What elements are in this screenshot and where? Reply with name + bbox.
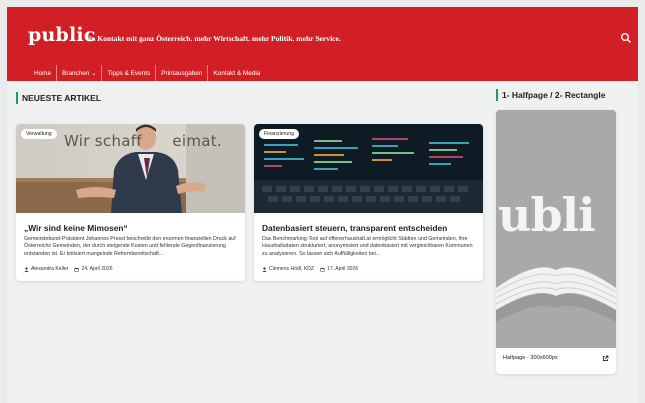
external-link-icon[interactable]	[602, 355, 609, 362]
nav-item-label: Tipps & Events	[107, 69, 151, 77]
site-header: public in Kontakt mit ganz Österreich. m…	[7, 7, 638, 81]
article-card[interactable]: Wir schaff eimat. Verwaltung „Wir sind k…	[16, 124, 245, 281]
nav-item-label: Branchen	[62, 69, 90, 77]
calendar-icon	[74, 267, 79, 271]
person-icon	[262, 266, 267, 272]
search-icon	[621, 33, 631, 43]
site-tagline: in Kontakt mit ganz Österreich. mehr Wir…	[89, 34, 341, 43]
ad-image[interactable]: ubli	[496, 110, 616, 348]
page: public in Kontakt mit ganz Österreich. m…	[7, 7, 638, 403]
category-badge[interactable]: Finanzierung	[259, 129, 299, 139]
site-logo[interactable]: public	[28, 24, 96, 46]
article-title[interactable]: „Wir sind keine Mimosen“	[24, 223, 128, 233]
article-image[interactable]: Finanzierung	[254, 124, 483, 213]
search-button[interactable]	[619, 31, 633, 45]
nav-item-label: Printausgaben	[161, 69, 203, 77]
nav-item-label: Home	[34, 69, 52, 77]
ad-heading-text: 1- Halfpage / 2- Rectangle	[502, 90, 606, 100]
calendar-icon	[320, 267, 325, 271]
nav-item-printausgaben[interactable]: Printausgaben	[155, 65, 207, 81]
article-author: Clemens Hödl, KDZ	[269, 266, 315, 272]
article-meta: Clemens Hödl, KDZ 17. April 2026	[262, 266, 358, 272]
article-image[interactable]: Wir schaff eimat. Verwaltung	[16, 124, 245, 213]
articles-heading: NEUESTE ARTIKEL	[16, 92, 101, 104]
articles-heading-text: NEUESTE ARTIKEL	[22, 93, 102, 103]
main-nav: Home Branchen ⌄ Tipps & Events Printausga…	[29, 65, 265, 81]
halfpage-ad[interactable]: ubli Halfpage - 300x600px	[496, 110, 616, 374]
article-date: 17. April 2026	[327, 266, 359, 272]
person-icon	[24, 266, 29, 272]
nav-item-tipps-events[interactable]: Tipps & Events	[101, 65, 155, 81]
nav-item-kontakt-media[interactable]: Kontakt & Media	[207, 65, 265, 81]
ad-brand-text: ubli	[498, 188, 596, 242]
article-date: 24. April 2026	[81, 266, 113, 272]
chevron-down-icon: ⌄	[91, 70, 97, 77]
heading-accent-bar	[16, 92, 18, 104]
article-excerpt: Das Benchmarking-Tool auf offenerhaushal…	[262, 236, 473, 257]
article-author: Alexandra Keller	[31, 266, 69, 272]
ad-heading: 1- Halfpage / 2- Rectangle	[496, 89, 605, 101]
article-excerpt: Gemeindebund-Präsident Johannes Pressl b…	[24, 236, 236, 257]
nav-item-branchen[interactable]: Branchen ⌄	[56, 65, 101, 81]
article-meta: Alexandra Keller 24. April 2026	[24, 266, 113, 272]
nav-item-home[interactable]: Home	[29, 65, 56, 81]
ad-size-label: Halfpage - 300x600px	[503, 355, 558, 361]
heading-accent-bar	[496, 89, 498, 101]
article-title[interactable]: Datenbasiert steuern, transparent entsch…	[262, 223, 447, 233]
nav-item-label: Kontakt & Media	[213, 69, 261, 77]
article-card[interactable]: Finanzierung Datenbasiert steuern, trans…	[254, 124, 483, 281]
category-badge[interactable]: Verwaltung	[21, 129, 57, 139]
photo-wall-text: Wir schaff eimat.	[64, 132, 222, 150]
